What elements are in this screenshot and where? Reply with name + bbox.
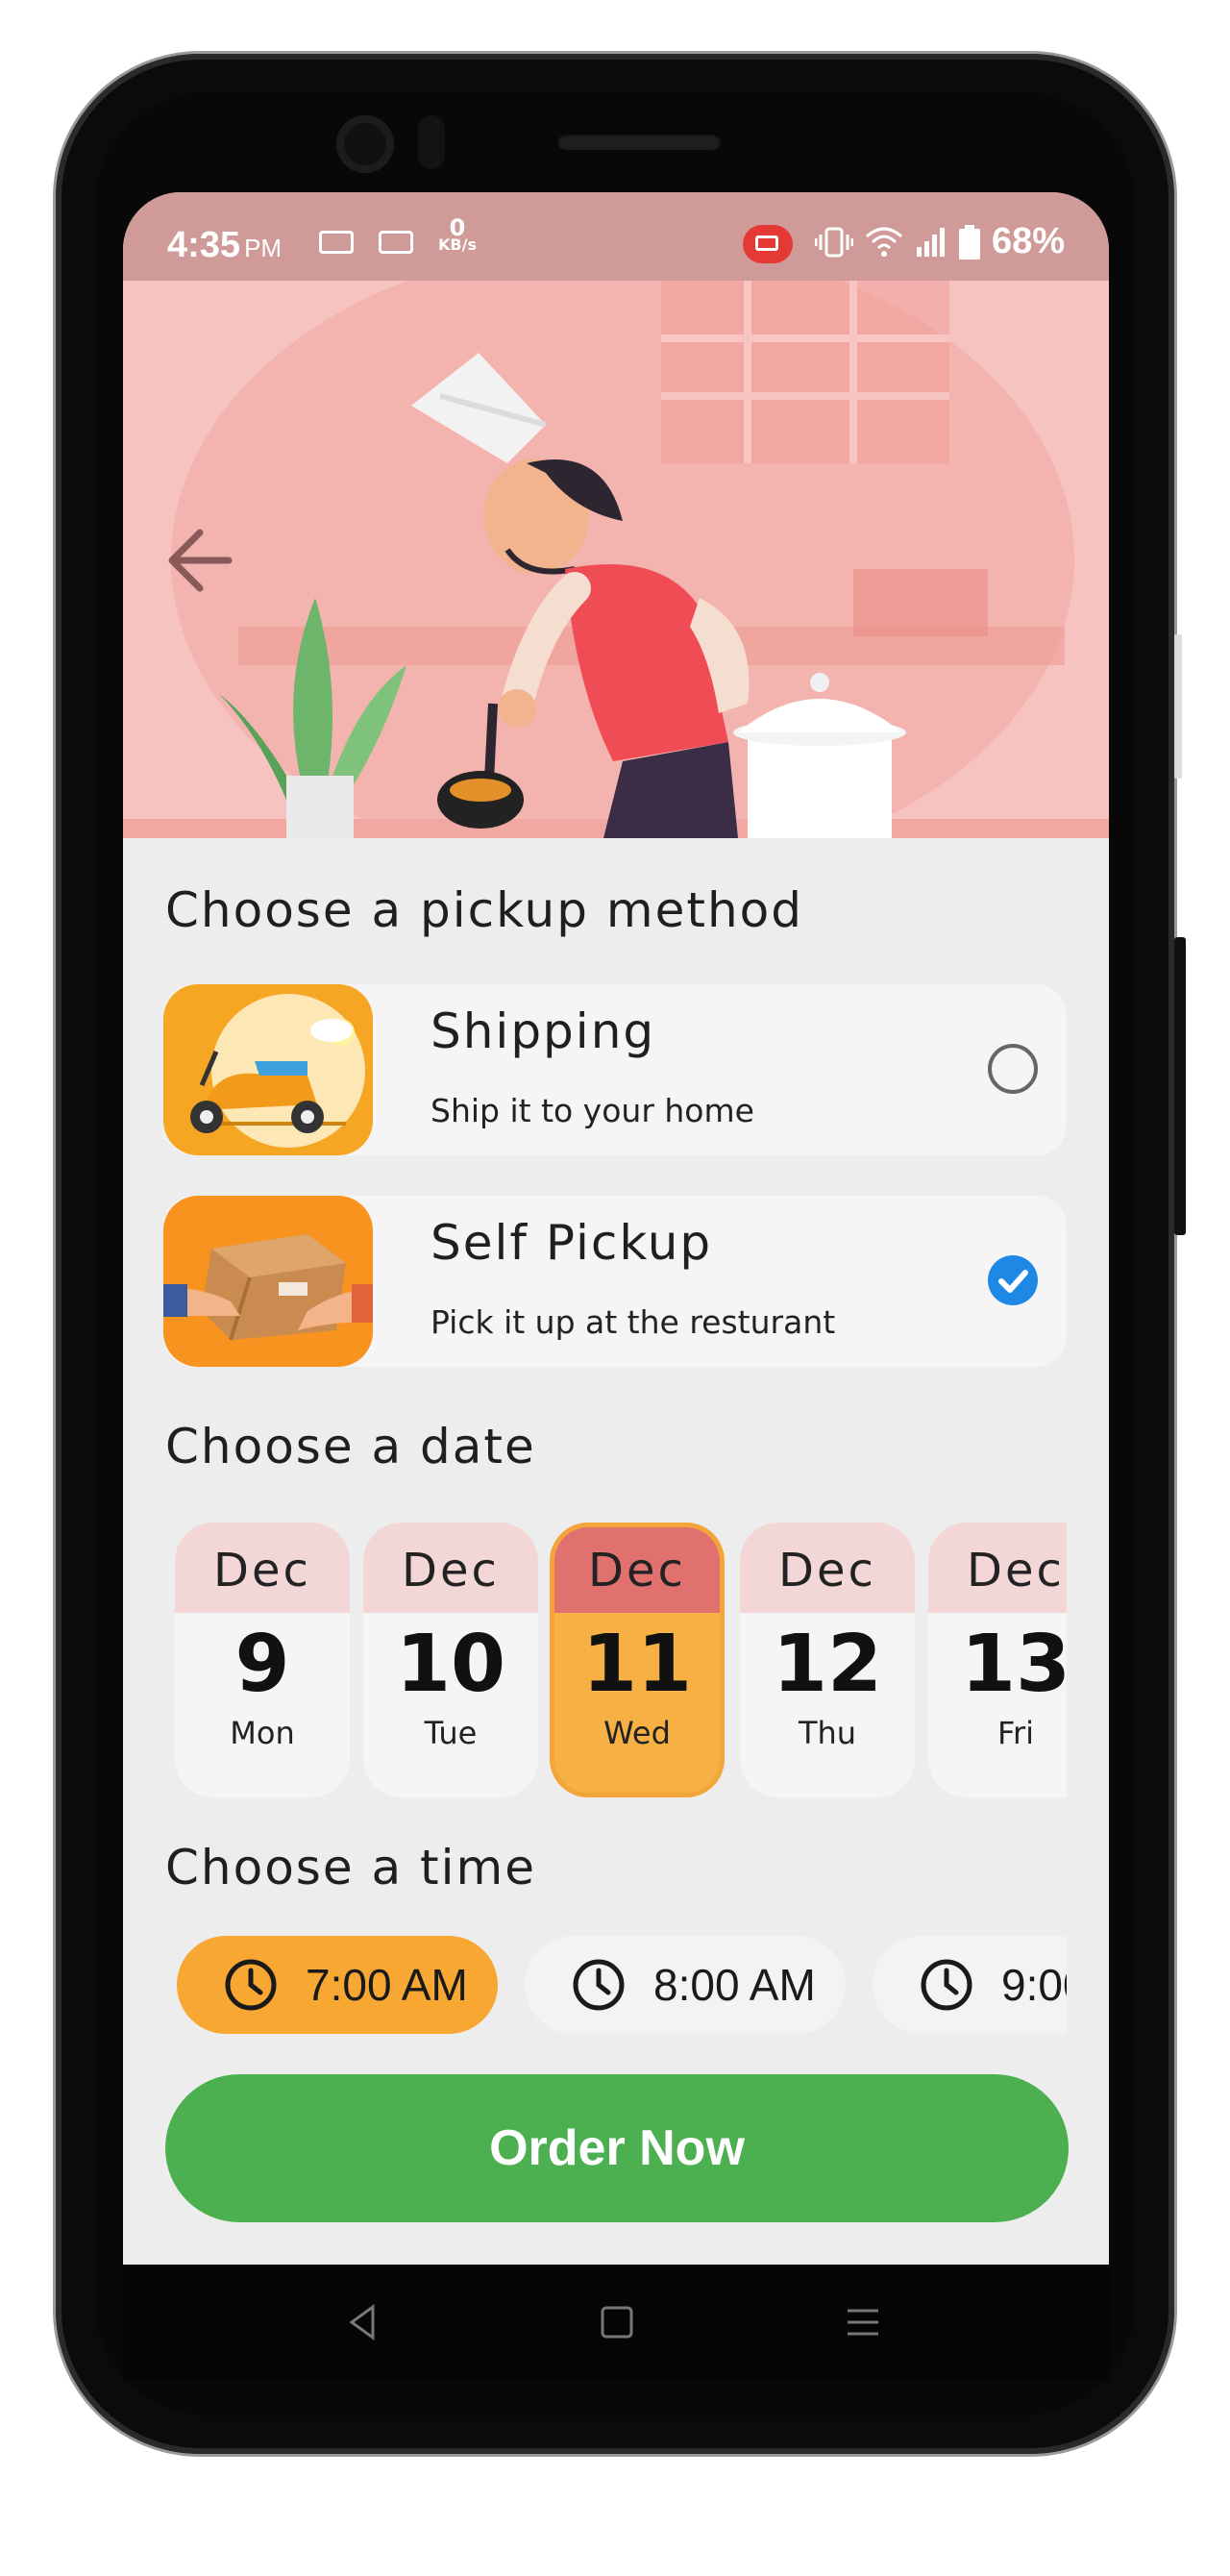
self-pickup-title: Self Pickup (430, 1215, 713, 1271)
check-icon (998, 1270, 1028, 1293)
date-month: Dec (740, 1523, 915, 1613)
date-card[interactable]: Dec 12 Thu (740, 1523, 915, 1797)
date-card[interactable]: Dec 9 Mon (175, 1523, 350, 1797)
clock-icon (573, 1959, 625, 2011)
date-month: Dec (554, 1527, 720, 1613)
front-camera (336, 115, 394, 173)
back-arrow-icon[interactable] (161, 519, 244, 602)
date-day: 10 (395, 1619, 506, 1710)
screen-record-icon (743, 225, 793, 263)
signal-icon (917, 227, 945, 257)
time-label: 7:00 AM (306, 1960, 468, 2010)
battery-icon (959, 224, 980, 260)
scooter-delivery-icon (163, 984, 373, 1155)
power-button (1174, 937, 1186, 1235)
net-speed: 0 KB/s (438, 214, 477, 254)
date-weekday: Wed (603, 1715, 671, 1751)
volume-button (1174, 634, 1182, 779)
time-slot[interactable]: 8:00 AM (525, 1936, 846, 2034)
system-nav-bar (123, 2265, 1109, 2380)
hero-image (123, 281, 1109, 838)
app-screen: 4:35 PM 0 KB/s 68% Choose a pickup metho… (123, 192, 1109, 2265)
date-card-selected[interactable]: Dec 11 Wed (550, 1523, 725, 1797)
clock-icon (921, 1959, 972, 2011)
pickup-method-title: Choose a pickup method (165, 882, 803, 938)
date-day: 12 (772, 1619, 883, 1710)
chef-illustration (123, 281, 1109, 838)
date-day: 9 (234, 1619, 290, 1710)
self-pickup-radio[interactable] (988, 1255, 1038, 1305)
nav-home-icon[interactable] (598, 2303, 636, 2341)
date-title: Choose a date (165, 1419, 536, 1474)
date-weekday: Fri (996, 1715, 1035, 1751)
order-now-button[interactable]: Order Now (165, 2074, 1069, 2222)
sensor (418, 115, 445, 169)
date-weekday: Thu (798, 1715, 857, 1751)
date-card[interactable]: Dec 13 Fri (928, 1523, 1067, 1797)
time-slot-selected[interactable]: 7:00 AM (177, 1936, 498, 2034)
date-weekday: Tue (424, 1715, 478, 1751)
date-month: Dec (363, 1523, 538, 1613)
nav-menu-icon[interactable] (844, 2303, 882, 2341)
time-label: 8:00 AM (653, 1960, 816, 2010)
shipping-subtitle: Ship it to your home (430, 1092, 754, 1129)
package-handoff-icon (163, 1196, 373, 1367)
video-icon (379, 231, 413, 254)
date-weekday: Mon (230, 1715, 295, 1751)
date-picker[interactable]: Dec 9 Mon Dec 10 Tue Dec 11 Wed Dec 12 T… (165, 1523, 1067, 1811)
shipping-option[interactable]: Shipping Ship it to your home (163, 984, 1067, 1155)
time-picker[interactable]: 7:00 AM 8:00 AM 9:00 AM (177, 1930, 1067, 2036)
vibrate-icon (815, 227, 853, 257)
date-card[interactable]: Dec 10 Tue (363, 1523, 538, 1797)
date-month: Dec (175, 1523, 350, 1613)
nav-back-icon[interactable] (344, 2303, 382, 2341)
earpiece-speaker (557, 133, 721, 150)
shipping-title: Shipping (430, 1003, 656, 1059)
time-title: Choose a time (165, 1840, 536, 1895)
date-month: Dec (928, 1523, 1067, 1613)
status-time: 4:35 PM (167, 225, 283, 265)
self-pickup-option[interactable]: Self Pickup Pick it up at the resturant (163, 1196, 1067, 1367)
battery-percent: 68% (992, 221, 1066, 261)
date-day: 11 (581, 1619, 693, 1710)
self-pickup-subtitle: Pick it up at the resturant (430, 1303, 836, 1341)
clock-icon (225, 1959, 277, 2011)
date-day: 13 (960, 1619, 1067, 1710)
video-icon (319, 231, 354, 254)
shipping-radio[interactable] (988, 1044, 1038, 1094)
time-label: 9:00 AM (1001, 1960, 1067, 2010)
status-bar: 4:35 PM 0 KB/s 68% (123, 192, 1109, 281)
time-slot[interactable]: 9:00 AM (873, 1936, 1067, 2034)
wifi-icon (866, 227, 902, 257)
